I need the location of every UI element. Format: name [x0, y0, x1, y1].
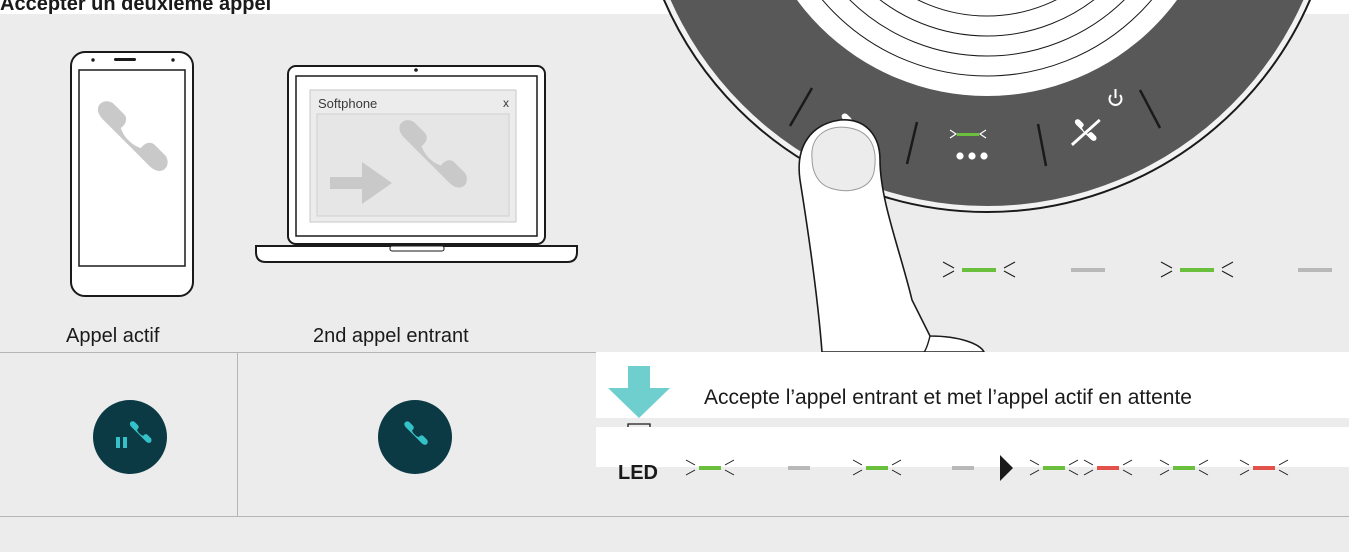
softphone-window-title: Softphone: [318, 96, 378, 111]
call-hold-icon: [93, 400, 167, 474]
smartphone-illustration: [70, 51, 194, 297]
action-description: Accepte l’appel entrant et met l’appel a…: [704, 386, 1192, 409]
led-green-flash: [1159, 459, 1209, 476]
table-divider: [237, 352, 238, 516]
softphone-close-button: x: [503, 96, 509, 110]
led-gray: [952, 466, 974, 470]
led-green-flash: [1029, 459, 1079, 476]
led-red-flash: [1083, 459, 1133, 476]
laptop-label: 2nd appel entrant: [313, 325, 469, 347]
led-green-flash: [685, 459, 735, 476]
led-sequence-illustration: [942, 261, 1332, 278]
more-icon: [956, 152, 988, 160]
led-pattern: [685, 455, 1289, 481]
speakerphone-illustration: [663, 0, 1311, 213]
led-label: LED: [618, 462, 658, 484]
led-green-flash: [852, 459, 902, 476]
table-bottom-line: [0, 516, 1349, 517]
led-red-flash: [1239, 459, 1289, 476]
phone-label: Appel actif: [66, 325, 160, 347]
call-accept-icon: [378, 400, 452, 474]
laptop-illustration: [255, 65, 578, 263]
play-arrow-icon: [1000, 455, 1013, 481]
led-gray: [788, 466, 810, 470]
